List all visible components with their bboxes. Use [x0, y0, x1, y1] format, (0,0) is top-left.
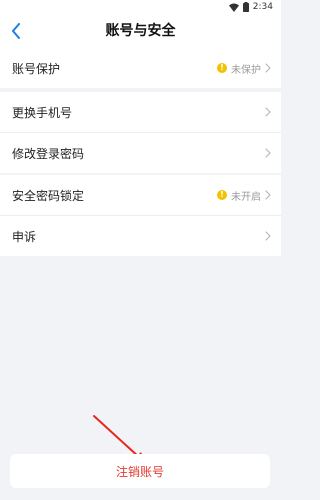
warning-icon: ! — [217, 190, 227, 200]
group-account-protection: 账号保护 ! 未保护 — [0, 48, 281, 88]
row-right — [265, 216, 271, 256]
row-change-password[interactable]: 修改登录密码 — [0, 132, 281, 173]
wifi-icon — [228, 3, 239, 12]
group-security-lock: 安全密码锁定 ! 未开启 申诉 — [0, 175, 281, 256]
row-right: ! 未保护 — [217, 48, 271, 88]
status-bar: 2:34 — [0, 0, 281, 14]
warning-icon: ! — [217, 63, 227, 73]
row-label: 账号保护 — [12, 61, 61, 76]
status-icons: 2:34 — [228, 1, 273, 13]
row-change-phone[interactable]: 更换手机号 — [0, 92, 281, 132]
header: 账号与安全 — [0, 14, 281, 48]
chevron-right-icon — [265, 63, 271, 73]
row-right — [265, 92, 271, 132]
chevron-right-icon — [265, 190, 271, 200]
chevron-right-icon — [265, 148, 271, 158]
status-time: 2:34 — [252, 2, 273, 12]
group-phone-password: 更换手机号 修改登录密码 — [0, 92, 281, 173]
cancel-account-button[interactable]: 注销账号 — [10, 454, 270, 488]
battery-icon — [242, 2, 249, 12]
row-account-protection[interactable]: 账号保护 ! 未保护 — [0, 48, 281, 88]
row-label: 更换手机号 — [12, 105, 73, 120]
row-appeal[interactable]: 申诉 — [0, 215, 281, 256]
row-label: 安全密码锁定 — [12, 188, 85, 203]
row-right — [265, 133, 271, 173]
row-status: 未开启 — [231, 191, 261, 203]
row-status: 未保护 — [231, 64, 261, 76]
row-label: 修改登录密码 — [12, 146, 85, 161]
row-right: ! 未开启 — [217, 175, 271, 215]
row-label: 申诉 — [12, 229, 37, 244]
cancel-account-label: 注销账号 — [115, 464, 164, 479]
chevron-right-icon — [265, 231, 271, 241]
page-title: 账号与安全 — [105, 23, 176, 39]
row-security-lock[interactable]: 安全密码锁定 ! 未开启 — [0, 175, 281, 215]
chevron-right-icon — [265, 107, 271, 117]
